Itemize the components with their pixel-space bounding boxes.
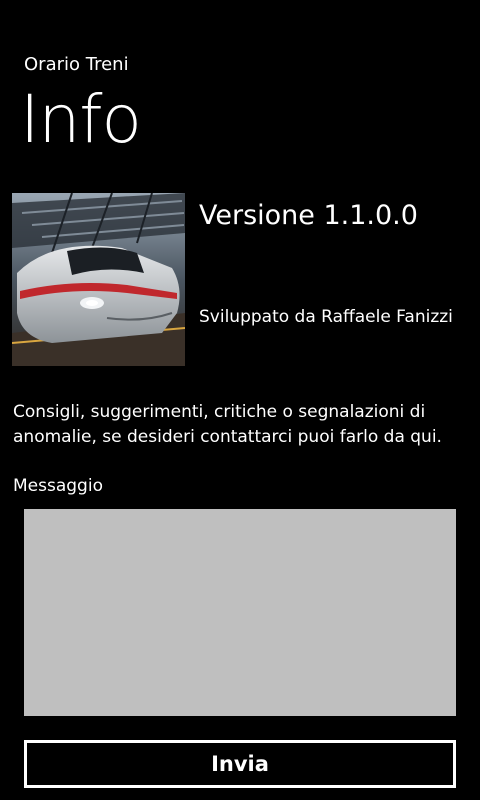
message-input[interactable] [24, 509, 456, 716]
send-button[interactable]: Invia [24, 740, 456, 788]
developer-text: Sviluppato da Raffaele Fanizzi [199, 307, 453, 327]
feedback-description: Consigli, suggerimenti, critiche o segna… [13, 402, 442, 447]
message-label: Messaggio [13, 476, 103, 496]
version-text: Versione 1.1.0.0 [199, 200, 418, 231]
app-title: Orario Treni [24, 54, 129, 75]
train-image-icon [12, 193, 185, 366]
app-image [12, 193, 185, 366]
page-title: Info [20, 81, 142, 158]
